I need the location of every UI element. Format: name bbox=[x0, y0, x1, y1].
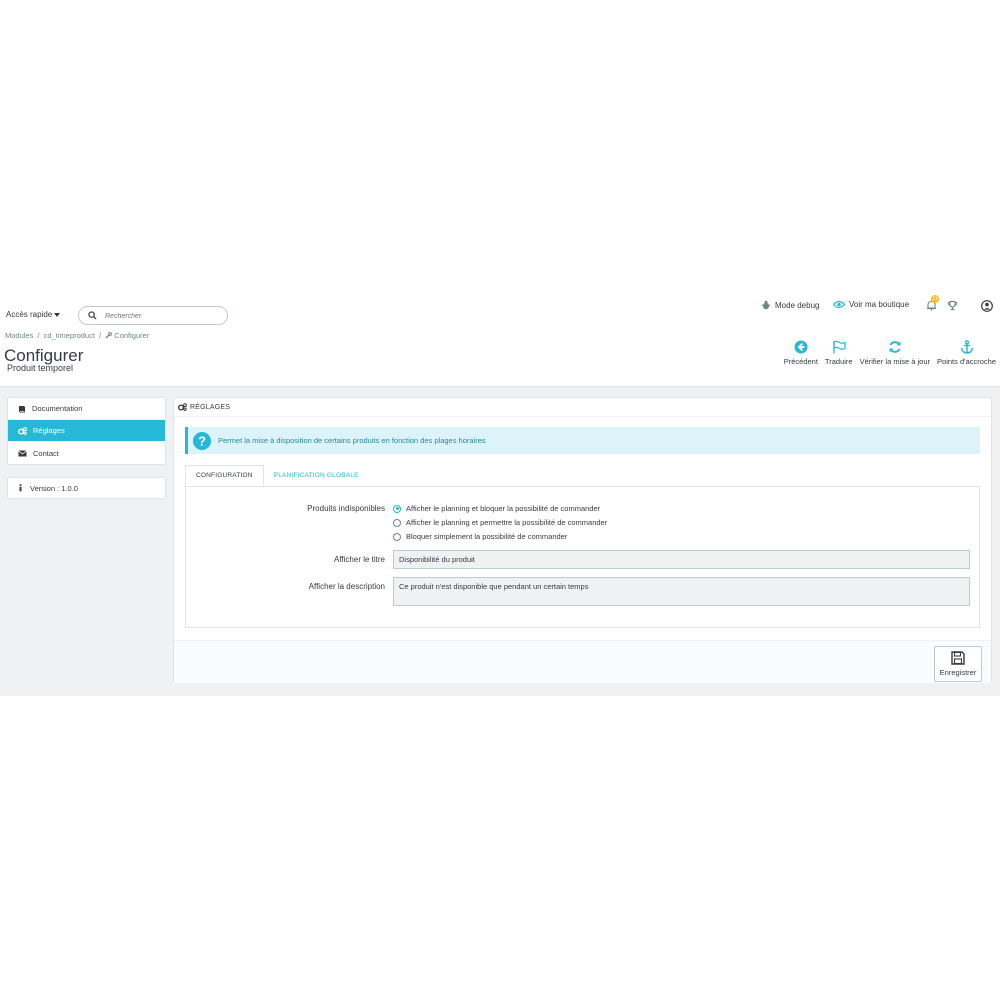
save-button[interactable]: Enregistrer bbox=[934, 646, 982, 682]
eye-icon bbox=[833, 300, 845, 309]
flag-icon bbox=[833, 340, 846, 354]
sidebar-item-label: Contact bbox=[33, 448, 59, 458]
floppy-disk-icon bbox=[951, 651, 965, 665]
config-tabs: CONFIGURATION PLANIFICATION GLOBALE bbox=[185, 465, 369, 486]
breadcrumb-separator: / bbox=[99, 331, 102, 340]
page-subtitle: Produit temporel bbox=[7, 363, 74, 373]
sidebar-item-settings[interactable]: Réglages bbox=[8, 420, 165, 442]
title-input[interactable] bbox=[393, 550, 970, 569]
book-icon bbox=[19, 405, 25, 412]
breadcrumb-module-name[interactable]: cd_timeproduct bbox=[44, 331, 95, 340]
cogs-icon bbox=[18, 426, 27, 435]
version-box: Version : 1.0.0 bbox=[7, 477, 166, 499]
refresh-icon bbox=[889, 341, 901, 353]
anchor-icon bbox=[960, 340, 973, 354]
search-icon bbox=[88, 311, 97, 320]
view-shop-link[interactable]: Voir ma boutique bbox=[833, 300, 909, 309]
description-textarea[interactable]: Ce produit n'est disponible que pendant … bbox=[393, 577, 970, 606]
user-account-button[interactable] bbox=[981, 300, 993, 312]
back-button[interactable]: Précédent bbox=[784, 340, 818, 374]
sidebar-item-label: Documentation bbox=[32, 404, 83, 413]
notifications-button[interactable]: 11 bbox=[926, 295, 939, 311]
debug-mode-label: Mode debug bbox=[775, 300, 820, 310]
content-area: Documentation Réglages Contact Version :… bbox=[0, 386, 1000, 696]
cogs-icon bbox=[178, 403, 187, 411]
save-label: Enregistrer bbox=[939, 668, 977, 677]
check-update-button[interactable]: Vérifier la mise à jour bbox=[860, 340, 930, 374]
search-box[interactable] bbox=[78, 306, 228, 325]
back-label: Précédent bbox=[783, 357, 818, 366]
top-bar: Accès rapide Mode debug Voir ma boutique… bbox=[0, 295, 1000, 334]
bug-icon bbox=[761, 300, 771, 310]
radio-option-block-order[interactable]: Afficher le planning et bloquer la possi… bbox=[393, 504, 600, 513]
radio-label: Afficher le planning et permettre la pos… bbox=[406, 518, 608, 527]
radio-button[interactable] bbox=[393, 518, 401, 527]
tab-configuration[interactable]: CONFIGURATION bbox=[185, 465, 264, 486]
breadcrumb-current: Configurer bbox=[114, 331, 150, 340]
radio-label: Afficher le planning et bloquer la possi… bbox=[406, 504, 601, 513]
trophy-icon bbox=[947, 300, 958, 311]
breadcrumb-modules[interactable]: Modules bbox=[5, 331, 33, 340]
radio-button[interactable] bbox=[393, 504, 401, 513]
radio-option-allow-order[interactable]: Afficher le planning et permettre la pos… bbox=[393, 518, 607, 527]
trophy-button[interactable] bbox=[947, 300, 958, 311]
panel-footer: Enregistrer bbox=[174, 640, 991, 683]
debug-mode-link[interactable]: Mode debug bbox=[761, 300, 819, 310]
radio-button[interactable] bbox=[393, 532, 401, 541]
unavailable-products-label: Produits indisponibles bbox=[307, 504, 385, 513]
panel-heading-label: RÉGLAGES bbox=[190, 403, 231, 411]
radio-label: Bloquer simplement la possibilité de com… bbox=[406, 532, 568, 541]
arrow-left-circle-icon bbox=[794, 340, 808, 354]
settings-panel: RÉGLAGES ? Permet la mise à disposition … bbox=[173, 397, 992, 683]
show-title-label: Afficher le titre bbox=[334, 555, 385, 564]
version-label: Version : 1.0.0 bbox=[30, 483, 78, 493]
sidebar-item-label: Réglages bbox=[33, 426, 65, 435]
panel-heading: RÉGLAGES bbox=[174, 398, 991, 417]
quick-access-label: Accès rapide bbox=[6, 310, 53, 319]
hooks-label: Points d'accroche bbox=[937, 357, 996, 366]
envelope-icon bbox=[18, 449, 27, 456]
search-input[interactable] bbox=[105, 310, 223, 322]
tab-global-planning[interactable]: PLANIFICATION GLOBALE bbox=[264, 465, 369, 486]
svg-text:?: ? bbox=[198, 433, 206, 448]
translate-button[interactable]: Traduire bbox=[825, 340, 853, 374]
sidebar-item-documentation[interactable]: Documentation bbox=[8, 398, 165, 420]
admin-screenshot: Accès rapide Mode debug Voir ma boutique… bbox=[0, 295, 1000, 696]
wrench-icon bbox=[105, 332, 113, 339]
view-shop-label: Voir ma boutique bbox=[849, 300, 910, 309]
module-side-menu: Documentation Réglages Contact bbox=[7, 397, 166, 465]
check-update-label: Vérifier la mise à jour bbox=[859, 357, 931, 366]
breadcrumb-separator: / bbox=[37, 331, 40, 340]
translate-label: Traduire bbox=[824, 357, 853, 366]
user-icon bbox=[981, 300, 993, 312]
notifications-badge: 11 bbox=[931, 295, 939, 303]
info-icon bbox=[19, 484, 22, 492]
quick-access-dropdown[interactable]: Accès rapide bbox=[6, 310, 61, 319]
question-circle-icon: ? bbox=[193, 431, 211, 450]
page-toolbar: Précédent Traduire Vérifier la mise à jo… bbox=[784, 340, 996, 374]
alert-text: Permet la mise à disposition de certains… bbox=[218, 436, 486, 445]
breadcrumb: Modules / cd_timeproduct / Configurer bbox=[5, 331, 151, 340]
show-description-label: Afficher la description bbox=[308, 582, 385, 591]
caret-down-icon bbox=[54, 312, 61, 317]
sidebar-item-contact[interactable]: Contact bbox=[8, 442, 165, 464]
radio-option-block-only[interactable]: Bloquer simplement la possibilité de com… bbox=[393, 532, 567, 541]
hooks-button[interactable]: Points d'accroche bbox=[937, 340, 996, 374]
configuration-form: Produits indisponibles Afficher le plann… bbox=[185, 486, 980, 628]
info-alert: ? Permet la mise à disposition de certai… bbox=[185, 427, 980, 454]
